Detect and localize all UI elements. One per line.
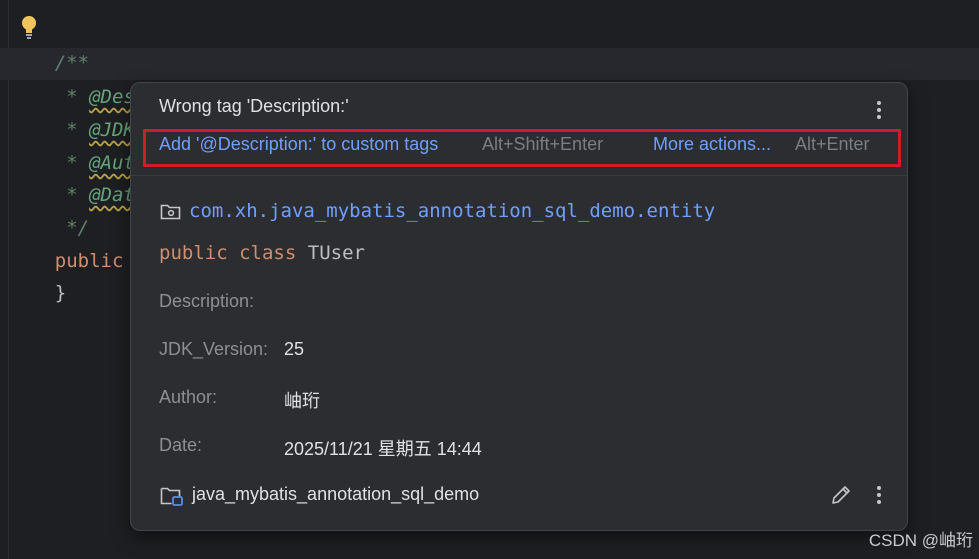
- module-folder-icon: [160, 487, 183, 506]
- field-value-date: 2025/11/21 星期五 14:44: [284, 439, 482, 459]
- package-folder-icon: [160, 204, 181, 220]
- pencil-icon[interactable]: [829, 483, 853, 507]
- sig-keyword-public: public: [159, 242, 228, 264]
- popup-title: Wrong tag 'Description:': [159, 96, 349, 116]
- code-line-6[interactable]: */: [9, 180, 89, 239]
- code-line-8[interactable]: }: [9, 245, 66, 304]
- field-label-date: Date:: [159, 435, 203, 455]
- closing-brace: }: [54, 282, 67, 304]
- field-label-author: Author:: [159, 387, 218, 407]
- popup-divider: [131, 175, 907, 176]
- class-signature: public class TUser: [159, 242, 365, 264]
- package-link[interactable]: com.xh.java_mybatis_annotation_sql_demo.…: [189, 200, 715, 222]
- more-actions-link[interactable]: More actions...: [653, 134, 771, 155]
- popup-menu-icon[interactable]: [872, 99, 886, 121]
- lightbulb-icon[interactable]: [20, 15, 38, 41]
- field-value-author: 岫珩: [284, 391, 320, 411]
- module-name: java_mybatis_annotation_sql_demo: [192, 484, 480, 504]
- more-actions-shortcut: Alt+Enter: [795, 134, 870, 154]
- add-custom-tag-shortcut: Alt+Shift+Enter: [482, 134, 604, 154]
- documentation-popup: Wrong tag 'Description:' Add '@Descripti…: [130, 82, 908, 531]
- add-custom-tag-action[interactable]: Add '@Description:' to custom tags: [159, 134, 438, 155]
- field-label-jdk-version: JDK_Version:: [159, 339, 269, 359]
- footer-menu-icon[interactable]: [872, 484, 886, 506]
- sig-class-name: TUser: [307, 242, 365, 264]
- watermark: CSDN @岫珩: [868, 531, 973, 550]
- field-label-description: Description:: [159, 291, 255, 311]
- sig-keyword-class: class: [239, 242, 297, 264]
- field-value-jdk-version: 25: [284, 339, 305, 359]
- code-line-2[interactable]: * @Description:: [9, 49, 238, 108]
